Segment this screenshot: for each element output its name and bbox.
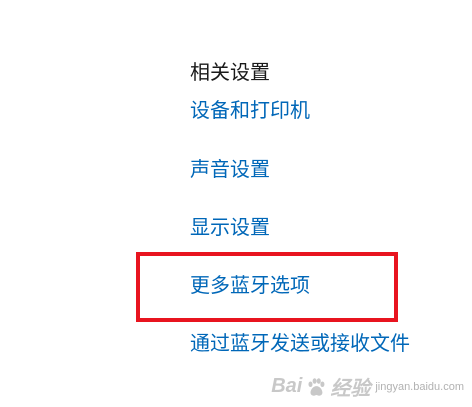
- watermark-brand: Bai: [271, 375, 303, 397]
- sound-settings-link[interactable]: 声音设置: [190, 155, 270, 183]
- related-settings-heading: 相关设置: [190, 60, 270, 84]
- devices-and-printers-link[interactable]: 设备和打印机: [190, 96, 310, 124]
- paw-icon: [308, 377, 325, 396]
- baidu-jingyan-watermark: Bai 经验 jingyan.baidu.com: [271, 372, 464, 401]
- bluetooth-send-receive-files-link[interactable]: 通过蓝牙发送或接收文件: [190, 329, 410, 357]
- display-settings-link[interactable]: 显示设置: [190, 213, 270, 241]
- watermark-brand-tail: 经验: [330, 378, 371, 400]
- more-bluetooth-options-link[interactable]: 更多蓝牙选项: [190, 271, 310, 299]
- watermark-domain: jingyan.baidu.com: [375, 380, 464, 393]
